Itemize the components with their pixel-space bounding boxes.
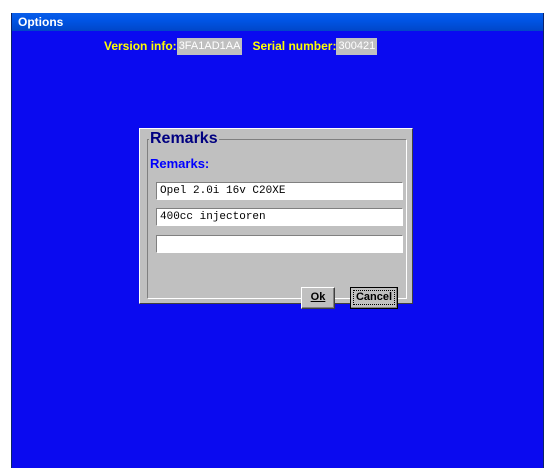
ok-button-label: Ok <box>310 291 326 303</box>
cancel-button[interactable]: Cancel <box>350 287 398 309</box>
window-titlebar[interactable]: Options <box>12 13 543 31</box>
remarks-field-2[interactable]: 400cc injectoren <box>156 208 403 226</box>
version-info-label: Version info: <box>104 39 177 53</box>
info-row: Version info: 3FA1AD1AA Serial number: 3… <box>104 37 378 55</box>
version-info-value: 3FA1AD1AA <box>176 37 243 55</box>
serial-number-value: 300421 <box>336 37 378 55</box>
remarks-label: Remarks: <box>150 156 210 171</box>
remarks-group-title: Remarks <box>149 130 219 148</box>
serial-number-label: Serial number: <box>252 39 337 53</box>
options-window: Options Version info: 3FA1AD1AA Serial n… <box>11 13 544 468</box>
ok-button[interactable]: Ok <box>301 287 335 309</box>
remarks-dialog: Remarks Remarks: Opel 2.0i 16v C20XE 400… <box>139 128 413 309</box>
remarks-field-1[interactable]: Opel 2.0i 16v C20XE <box>156 182 403 200</box>
window-title: Options <box>18 15 64 29</box>
remarks-field-3[interactable] <box>156 235 403 253</box>
cancel-button-label: Cancel <box>352 290 396 305</box>
